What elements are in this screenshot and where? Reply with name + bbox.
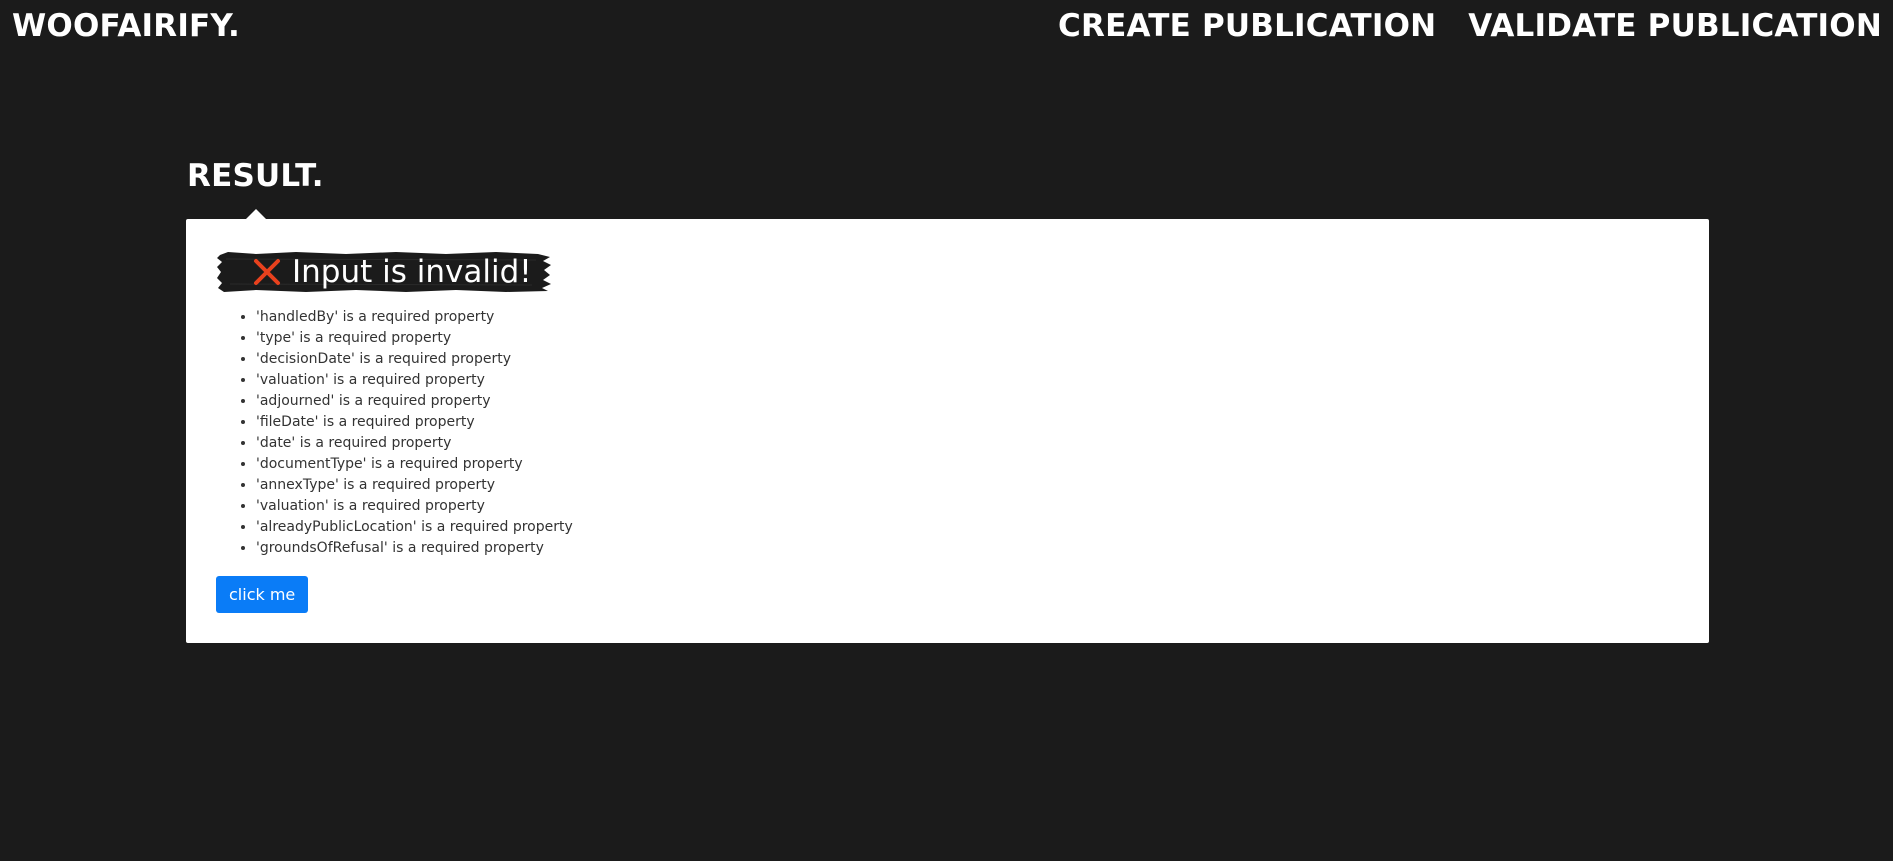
error-item: 'adjourned' is a required property (256, 391, 573, 412)
nav-create-publication[interactable]: CREATE PUBLICATION (1058, 8, 1436, 44)
top-bar: WOOFAIRIFY. CREATE PUBLICATION VALIDATE … (0, 0, 1893, 52)
error-item: 'valuation' is a required property (256, 370, 573, 391)
cross-icon (254, 259, 280, 285)
status-message: Input is invalid! (292, 254, 532, 290)
result-heading: RESULT. (187, 158, 324, 194)
brand-logo[interactable]: WOOFAIRIFY. (12, 8, 240, 44)
status-banner: Input is invalid! (216, 251, 552, 293)
status-content: Input is invalid! (252, 251, 532, 293)
error-item: 'valuation' is a required property (256, 496, 573, 517)
error-item: 'groundsOfRefusal' is a required propert… (256, 538, 573, 559)
main-nav: CREATE PUBLICATION VALIDATE PUBLICATION (1058, 8, 1882, 44)
error-item: 'annexType' is a required property (256, 475, 573, 496)
error-item: 'decisionDate' is a required property (256, 349, 573, 370)
click-me-button[interactable]: click me (216, 576, 309, 613)
error-item: 'fileDate' is a required property (256, 412, 573, 433)
error-list: 'handledBy' is a required property 'type… (226, 307, 573, 559)
error-item: 'date' is a required property (256, 433, 573, 454)
result-card: Input is invalid! 'handledBy' is a requi… (186, 209, 1709, 643)
error-item: 'alreadyPublicLocation' is a required pr… (256, 517, 573, 538)
card-pointer (246, 209, 266, 219)
error-item: 'handledBy' is a required property (256, 307, 573, 328)
nav-validate-publication[interactable]: VALIDATE PUBLICATION (1468, 8, 1882, 44)
error-item: 'type' is a required property (256, 328, 573, 349)
error-item: 'documentType' is a required property (256, 454, 573, 475)
